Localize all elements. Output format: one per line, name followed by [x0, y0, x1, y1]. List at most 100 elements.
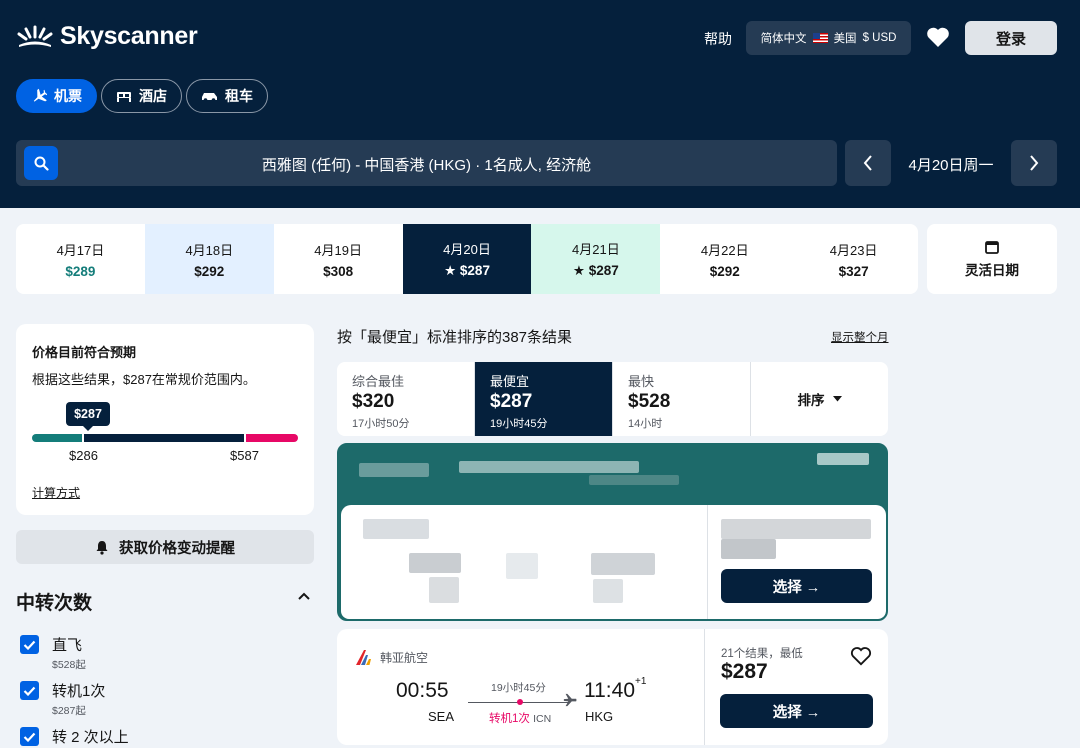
filter-option-two-plus-stops[interactable]: 转 2 次以上 — [20, 726, 129, 747]
save-heart-icon[interactable] — [850, 646, 872, 666]
sort-option-best[interactable]: 综合最佳 $320 17小时50分 — [337, 362, 475, 436]
obscured-content — [506, 553, 538, 579]
tab-flights[interactable]: 机票 — [16, 79, 97, 113]
results-count-title: 按「最便宜」标准排序的387条结果 — [337, 329, 573, 346]
checkbox-checked-icon[interactable] — [20, 681, 39, 700]
date-cell-date: 4月20日 — [443, 242, 491, 257]
date-cell-date: 4月21日 — [572, 242, 620, 257]
asiana-airlines-logo-icon — [356, 650, 371, 665]
select-button[interactable]: 选择 → — [720, 694, 873, 728]
tab-hotels-label: 酒店 — [139, 88, 167, 104]
next-date-button[interactable] — [1011, 140, 1057, 186]
sort-option-duration: 19小时45分 — [490, 418, 548, 430]
sort-option-price: $320 — [352, 391, 395, 412]
arrival-time-group: 11:40+1 — [584, 676, 647, 703]
calculation-method-link[interactable]: 计算方式 — [32, 484, 80, 501]
sort-option-duration: 14小时 — [628, 418, 663, 430]
arrival-time: 11:40 — [584, 679, 635, 702]
filter-option-label: 转机1次 — [52, 683, 106, 700]
bed-icon — [117, 92, 131, 102]
obscured-content — [429, 577, 459, 603]
car-icon — [202, 93, 217, 102]
date-cell-price: $289 — [65, 263, 96, 279]
skyscanner-logo[interactable]: Skyscanner — [16, 22, 198, 51]
sponsored-card-body: 选择 → — [341, 505, 886, 619]
country-label: 美国 — [833, 33, 857, 45]
price-alert-button[interactable]: 获取价格变动提醒 — [16, 530, 314, 564]
date-cell-price: $327 — [838, 263, 869, 279]
date-cell-price: ★ $287 — [572, 263, 619, 278]
sort-dropdown[interactable]: 排序 — [751, 362, 888, 436]
stops-filter-title[interactable]: 中转次数 — [16, 588, 92, 615]
airline-info: 韩亚航空 — [354, 648, 428, 666]
select-button[interactable]: 选择 → — [721, 569, 872, 603]
price-range-high-label: $587 — [230, 448, 259, 463]
login-button[interactable]: 登录 — [965, 21, 1057, 55]
filter-option-direct[interactable]: 直飞 $528起 — [20, 634, 86, 672]
caret-down-icon — [832, 396, 842, 402]
sort-option-fastest[interactable]: 最快 $528 14小时 — [613, 362, 751, 436]
obscured-content — [721, 519, 871, 539]
date-cell-date: 4月18日 — [185, 242, 234, 258]
price-range-typical-segment — [84, 434, 244, 442]
date-cell-price: $308 — [323, 263, 354, 279]
currency-label: $ USD — [862, 32, 897, 44]
help-link[interactable]: 帮助 — [704, 29, 732, 49]
obscured-content — [721, 539, 776, 559]
date-cell-date: 4月22日 — [700, 242, 749, 258]
previous-date-button[interactable] — [845, 140, 891, 186]
sort-option-price: $528 — [628, 391, 671, 412]
sort-option-label: 最便宜 — [490, 374, 530, 389]
tab-flights-label: 机票 — [54, 88, 82, 104]
calendar-icon — [985, 240, 999, 254]
top-navigation: Skyscanner 帮助 简体中文 美国 $ USD 登录 机票 酒店 租车 … — [0, 0, 1080, 208]
card-divider — [704, 629, 705, 745]
filter-option-one-stop[interactable]: 转机1次 $287起 — [20, 680, 105, 718]
date-cell-price: $292 — [709, 263, 740, 279]
obscured-content — [589, 475, 679, 485]
filter-option-price: $287起 — [52, 705, 86, 717]
show-whole-month-link[interactable]: 显示整个月 — [831, 329, 889, 345]
date-cell[interactable]: 4月21日 ★ $287 — [531, 224, 661, 294]
date-cell[interactable]: 4月19日 $308 — [274, 224, 403, 294]
date-cell[interactable]: 4月17日 $289 — [16, 224, 145, 294]
obscured-content — [459, 461, 639, 473]
obscured-content — [363, 519, 429, 539]
sort-option-label: 最快 — [628, 374, 655, 389]
date-cell[interactable]: 4月22日 $292 — [660, 224, 789, 294]
obscured-content — [593, 579, 623, 603]
price-insight-description: 根据这些结果，$287在常规价范围内。 — [32, 372, 256, 387]
sort-option-cheapest[interactable]: 最便宜 $287 19小时45分 — [475, 362, 613, 436]
date-price-strip: 4月17日 $289 4月18日 $292 4月19日 $308 4月20日 ★… — [16, 224, 918, 294]
date-cell-price: $292 — [194, 263, 225, 279]
price-alert-label: 获取价格变动提醒 — [119, 540, 235, 557]
tab-car-hire[interactable]: 租车 — [186, 79, 268, 113]
price-marker-tick — [82, 430, 84, 444]
sort-option-duration: 17小时50分 — [352, 418, 410, 430]
obscured-content — [817, 453, 869, 465]
sort-dropdown-label: 排序 — [797, 393, 825, 408]
date-cell-date: 4月19日 — [314, 242, 362, 258]
checkbox-checked-icon[interactable] — [20, 635, 39, 654]
flight-result-card[interactable]: 韩亚航空 00:55 SEA 19小时45分 转机1次 ICN 11:40+1 … — [337, 629, 888, 745]
flight-price: $287 — [721, 660, 768, 683]
product-tabs: 机票 酒店 租车 — [16, 79, 268, 113]
date-cell-date: 4月23日 — [829, 242, 878, 258]
card-divider — [707, 505, 708, 619]
saved-heart-icon[interactable] — [926, 26, 950, 48]
logo-text: Skyscanner — [60, 22, 198, 50]
date-cell[interactable]: 4月18日 $292 — [144, 224, 274, 294]
sponsored-result-card[interactable]: 选择 → — [337, 443, 888, 621]
date-cell[interactable]: 4月23日 $327 — [789, 224, 918, 294]
date-cell-selected[interactable]: 4月20日 ★ $287 — [402, 224, 532, 294]
flexible-dates-label: 灵活日期 — [965, 262, 1019, 278]
locale-selector[interactable]: 简体中文 美国 $ USD — [746, 21, 911, 55]
filter-option-label: 转 2 次以上 — [52, 729, 129, 746]
sunrise-logo-icon — [17, 25, 53, 47]
search-summary-bar[interactable]: 西雅图 (任何) - 中国香港 (HKG) · 1名成人, 经济舱 — [16, 140, 837, 186]
chevron-up-icon[interactable] — [297, 592, 311, 602]
checkbox-checked-icon[interactable] — [20, 727, 39, 746]
arrival-day-offset: +1 — [635, 676, 647, 687]
tab-hotels[interactable]: 酒店 — [101, 79, 182, 113]
flexible-dates-button[interactable]: 灵活日期 — [927, 224, 1057, 294]
